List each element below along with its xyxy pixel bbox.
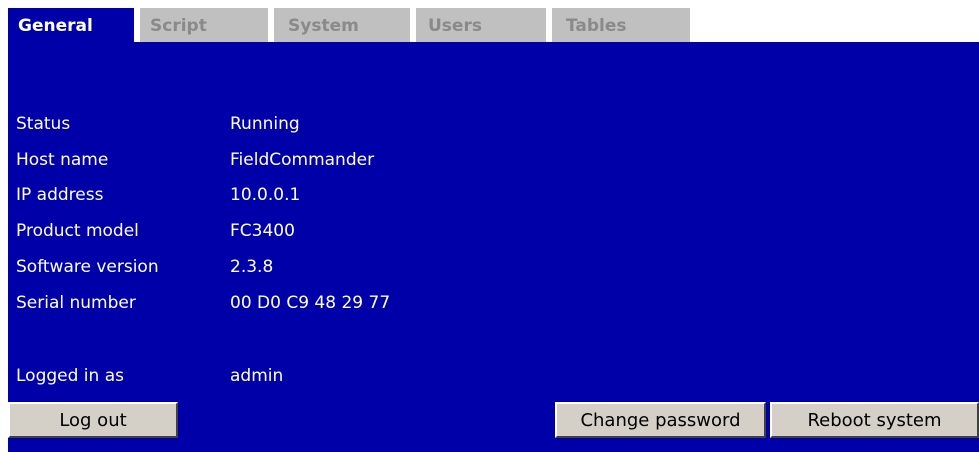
info-label: IP address [16,185,104,205]
device-config-frame: General Script System Users Tables Statu… [8,8,979,452]
logged-in-user: admin [230,366,284,386]
info-value: FC3400 [230,221,295,241]
info-label: Status [16,114,71,134]
info-value: 10.0.0.1 [230,185,301,205]
logged-in-label: Logged in as [16,366,124,386]
info-value: 2.3.8 [230,257,274,277]
info-label: Software version [16,257,159,277]
tab-general[interactable]: General [8,8,134,42]
tab-bar: General Script System Users Tables [8,8,979,42]
info-label: Serial number [16,293,136,313]
tab-tables[interactable]: Tables [552,8,690,42]
info-value: FieldCommander [230,150,375,170]
general-panel: Status Running Host name FieldCommander … [8,42,979,452]
tab-users[interactable]: Users [416,8,546,42]
change-password-button[interactable]: Change password [555,402,766,438]
info-value: Running [230,114,300,134]
tab-system[interactable]: System [274,8,410,42]
info-label: Host name [16,150,109,170]
tab-script[interactable]: Script [140,8,268,42]
logout-button[interactable]: Log out [8,402,178,438]
info-label: Product model [16,221,139,241]
reboot-system-button[interactable]: Reboot system [770,402,979,438]
info-value: 00 D0 C9 48 29 77 [230,293,391,313]
